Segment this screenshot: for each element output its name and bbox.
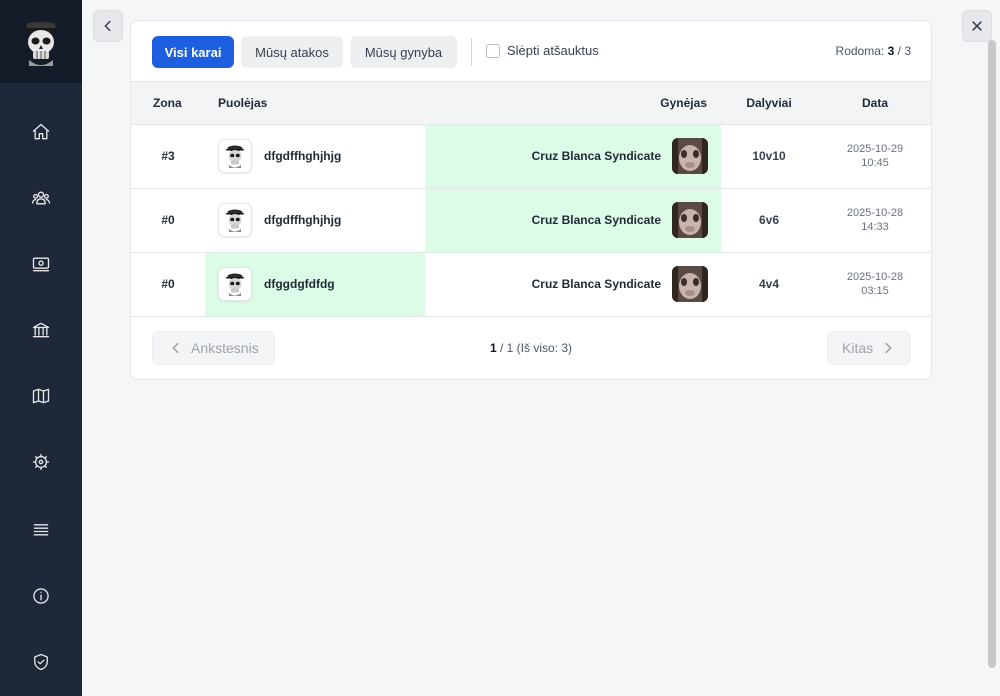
table-header: Zona Puolėjas Gynėjas Dalyviai Data	[131, 81, 931, 125]
chevron-right-icon	[885, 342, 892, 354]
participants: 10v10	[752, 149, 786, 163]
table-row[interactable]: #3 dfgdffhghjhjg Cruz Blanca Syndicate 1…	[131, 125, 931, 189]
menu-icon	[33, 524, 49, 536]
sidebar-item-info[interactable]	[0, 576, 82, 616]
attacker-name[interactable]: dfgdffhghjhjg	[264, 149, 341, 163]
money-icon	[32, 257, 50, 272]
users-icon	[31, 191, 50, 205]
sidebar-item-map[interactable]	[0, 376, 82, 416]
war-date: 2025-10-29 10:45	[846, 143, 904, 169]
showing-count: Rodoma: 3 / 3	[835, 44, 911, 58]
attacker-avatar[interactable]	[218, 267, 252, 301]
skull-avatar-icon	[226, 145, 244, 168]
skull-avatar-icon	[226, 209, 244, 232]
sidebar-item-money[interactable]	[0, 244, 82, 284]
defender-photo-icon	[672, 202, 708, 238]
defender-avatar[interactable]	[672, 202, 708, 238]
header-date: Data	[861, 96, 888, 110]
wars-card: Visi karai Mūsų atakos Mūsų gynyba Slėpt…	[130, 20, 932, 380]
attacker-name[interactable]: dfggdgfdfdg	[264, 277, 335, 291]
defender-name[interactable]: Cruz Blanca Syndicate	[532, 277, 661, 291]
sidebar-item-settings[interactable]	[0, 442, 82, 482]
header-participants: Dalyviai	[746, 96, 792, 110]
attacker-avatar[interactable]	[218, 139, 252, 173]
bank-icon	[32, 322, 50, 338]
filter-divider	[471, 38, 472, 66]
table-row[interactable]: #0 dfgdffhghjhjg Cruz Blanca Syndicate 6…	[131, 189, 931, 253]
scrollbar[interactable]	[988, 40, 996, 668]
hide-cancelled-label[interactable]: Slėpti atšauktus	[507, 43, 599, 58]
defender-avatar[interactable]	[672, 266, 708, 302]
skull-logo-icon	[23, 20, 59, 66]
row-zone: #3	[161, 149, 175, 163]
gear-icon	[32, 453, 50, 471]
sidebar-item-menu[interactable]	[0, 509, 82, 549]
hide-cancelled-checkbox[interactable]	[486, 44, 500, 58]
war-date: 2025-10-28 03:15	[846, 271, 904, 297]
tab-our-attacks[interactable]: Mūsų atakos	[241, 36, 343, 68]
header-defender: Gynėjas	[660, 96, 707, 110]
sidebar-item-users[interactable]	[0, 178, 82, 218]
defender-name[interactable]: Cruz Blanca Syndicate	[532, 213, 661, 227]
close-icon	[972, 21, 982, 31]
sidebar-item-bank[interactable]	[0, 310, 82, 350]
header-zone: Zona	[153, 96, 182, 110]
close-button[interactable]	[962, 10, 992, 42]
defender-avatar[interactable]	[672, 138, 708, 174]
back-button[interactable]	[93, 10, 123, 42]
sidebar	[0, 0, 82, 696]
defender-photo-icon	[672, 138, 708, 174]
defender-photo-icon	[672, 266, 708, 302]
sidebar-item-security[interactable]	[0, 642, 82, 682]
chevron-left-icon	[104, 20, 111, 32]
war-date: 2025-10-28 14:33	[846, 207, 904, 233]
page-info: 1 / 1 (Iš viso: 3)	[489, 341, 573, 355]
tab-our-defense[interactable]: Mūsų gynyba	[350, 36, 457, 68]
skull-avatar-icon	[226, 273, 244, 296]
next-page-button[interactable]: Kitas	[827, 331, 911, 365]
map-icon	[32, 388, 50, 404]
defender-name[interactable]: Cruz Blanca Syndicate	[532, 149, 661, 163]
participants: 4v4	[758, 277, 780, 291]
shield-icon	[34, 653, 48, 671]
tab-all-wars[interactable]: Visi karai	[152, 36, 234, 68]
filter-bar: Visi karai Mūsų atakos Mūsų gynyba Slėpt…	[131, 21, 931, 81]
row-zone: #0	[161, 213, 175, 227]
participants: 6v6	[758, 213, 780, 227]
info-icon	[33, 588, 49, 604]
home-icon	[32, 123, 50, 140]
table-row[interactable]: #0 dfggdgfdfdg Cruz Blanca Syndicate 4v4…	[131, 253, 931, 317]
header-attacker: Puolėjas	[218, 96, 268, 110]
row-zone: #0	[161, 277, 175, 291]
attacker-name[interactable]: dfgdffhghjhjg	[264, 213, 341, 227]
attacker-avatar[interactable]	[218, 203, 252, 237]
sidebar-item-home[interactable]	[0, 112, 82, 152]
skull-logo[interactable]	[0, 0, 82, 83]
